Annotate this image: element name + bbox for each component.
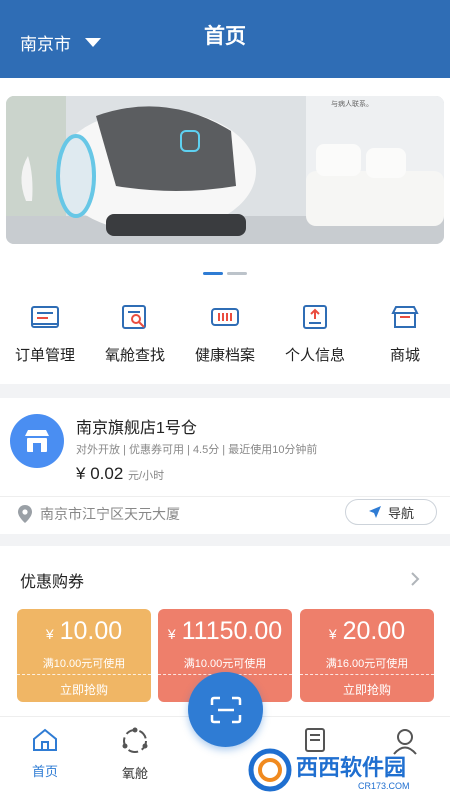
store-card[interactable]: 南京旗舰店1号仓 对外开放 | 优惠券可用 | 4.5分 | 最近使用10分钟前… xyxy=(0,398,450,534)
coupon-amount: ¥11150.00 xyxy=(167,617,283,645)
coupon-amount: ¥20.00 xyxy=(328,617,406,645)
watermark-logo: 西西软件园 CR173.COM xyxy=(248,748,410,792)
price-unit: 元/小时 xyxy=(128,470,165,482)
tab-home[interactable]: 首页 xyxy=(10,727,80,780)
navigation-arrow-icon xyxy=(368,506,381,518)
menu-label: 商城 xyxy=(389,347,420,364)
coupon-condition: 满16.00元可使用 xyxy=(325,658,409,670)
order-icon xyxy=(30,304,60,330)
coupon-grab-button[interactable]: 立即抢购 xyxy=(300,681,434,698)
home-icon xyxy=(33,728,57,751)
coupon-dashed-divider xyxy=(17,674,151,675)
tab-cabin[interactable]: 氧舱 xyxy=(100,727,170,782)
menu-item-profile-info[interactable]: 个人信息 xyxy=(270,298,360,384)
oxygen-cabin-image: 与病人联系。 xyxy=(6,96,444,244)
navigate-label: 导航 xyxy=(387,505,414,521)
mall-icon xyxy=(390,304,420,330)
menu-label: 健康档案 xyxy=(194,347,255,364)
coupon-amount: ¥10.00 xyxy=(45,617,123,645)
coupon-card[interactable]: ¥10.00 满10.00元可使用 立即抢购 xyxy=(17,609,151,702)
profile-info-icon xyxy=(300,304,330,330)
menu-item-health-record[interactable]: 健康档案 xyxy=(180,298,270,384)
store-address: 南京市江宁区天元大厦 xyxy=(18,504,180,524)
banner-carousel[interactable]: 与病人联系。 xyxy=(6,96,444,244)
menu-item-orders[interactable]: 订单管理 xyxy=(0,298,90,384)
navigate-button[interactable]: 导航 xyxy=(345,499,437,525)
chevron-right-icon[interactable] xyxy=(410,571,420,587)
divider xyxy=(0,496,450,497)
menu-item-mall[interactable]: 商城 xyxy=(360,298,450,384)
scan-icon xyxy=(210,696,241,723)
scan-button[interactable] xyxy=(188,672,263,747)
menu-item-cabin-search[interactable]: 氧舱查找 xyxy=(90,298,180,384)
banner-caption: 与病人联系。 xyxy=(331,99,373,108)
tab-label: 首页 xyxy=(31,764,58,779)
store-icon xyxy=(25,430,49,452)
quick-menu: 订单管理 氧舱查找 健康档案 个人信息 商城 xyxy=(0,298,450,384)
svg-text:CR173.COM: CR173.COM xyxy=(358,781,410,791)
page-title: 首页 xyxy=(204,25,246,48)
coupon-grab-button[interactable]: 立即抢购 xyxy=(17,681,151,698)
carousel-dot[interactable] xyxy=(227,272,247,275)
store-meta: 对外开放 | 优惠券可用 | 4.5分 | 最近使用10分钟前 xyxy=(76,444,318,456)
cabin-icon xyxy=(122,727,148,753)
coupon-section-title: 优惠购券 xyxy=(20,574,85,591)
menu-label: 订单管理 xyxy=(14,347,75,364)
banner-section: 与病人联系。 xyxy=(0,78,450,298)
store-name: 南京旗舰店1号仓 xyxy=(76,420,197,437)
menu-label: 个人信息 xyxy=(284,347,345,364)
location-pin-icon xyxy=(18,505,32,523)
health-record-icon xyxy=(210,304,240,330)
carousel-indicator xyxy=(203,272,247,275)
svg-text:西西软件园: 西西软件园 xyxy=(296,755,406,780)
price-symbol: ¥ xyxy=(76,464,86,483)
coupon-card[interactable]: ¥20.00 满16.00元可使用 立即抢购 xyxy=(300,609,434,702)
menu-label: 氧舱查找 xyxy=(104,347,165,364)
search-cabin-icon xyxy=(120,304,150,330)
tab-label: 氧舱 xyxy=(121,766,148,781)
carousel-dot-active[interactable] xyxy=(203,272,223,275)
price-value: 0.02 xyxy=(90,464,124,483)
address-text: 南京市江宁区天元大厦 xyxy=(40,506,180,522)
coupon-condition: 满10.00元可使用 xyxy=(42,658,126,670)
store-avatar xyxy=(10,414,64,468)
store-price: ¥ 0.02 元/小时 xyxy=(76,464,164,484)
coupon-dashed-divider xyxy=(300,674,434,675)
coupon-condition: 满10.00元可使用 xyxy=(183,658,267,670)
